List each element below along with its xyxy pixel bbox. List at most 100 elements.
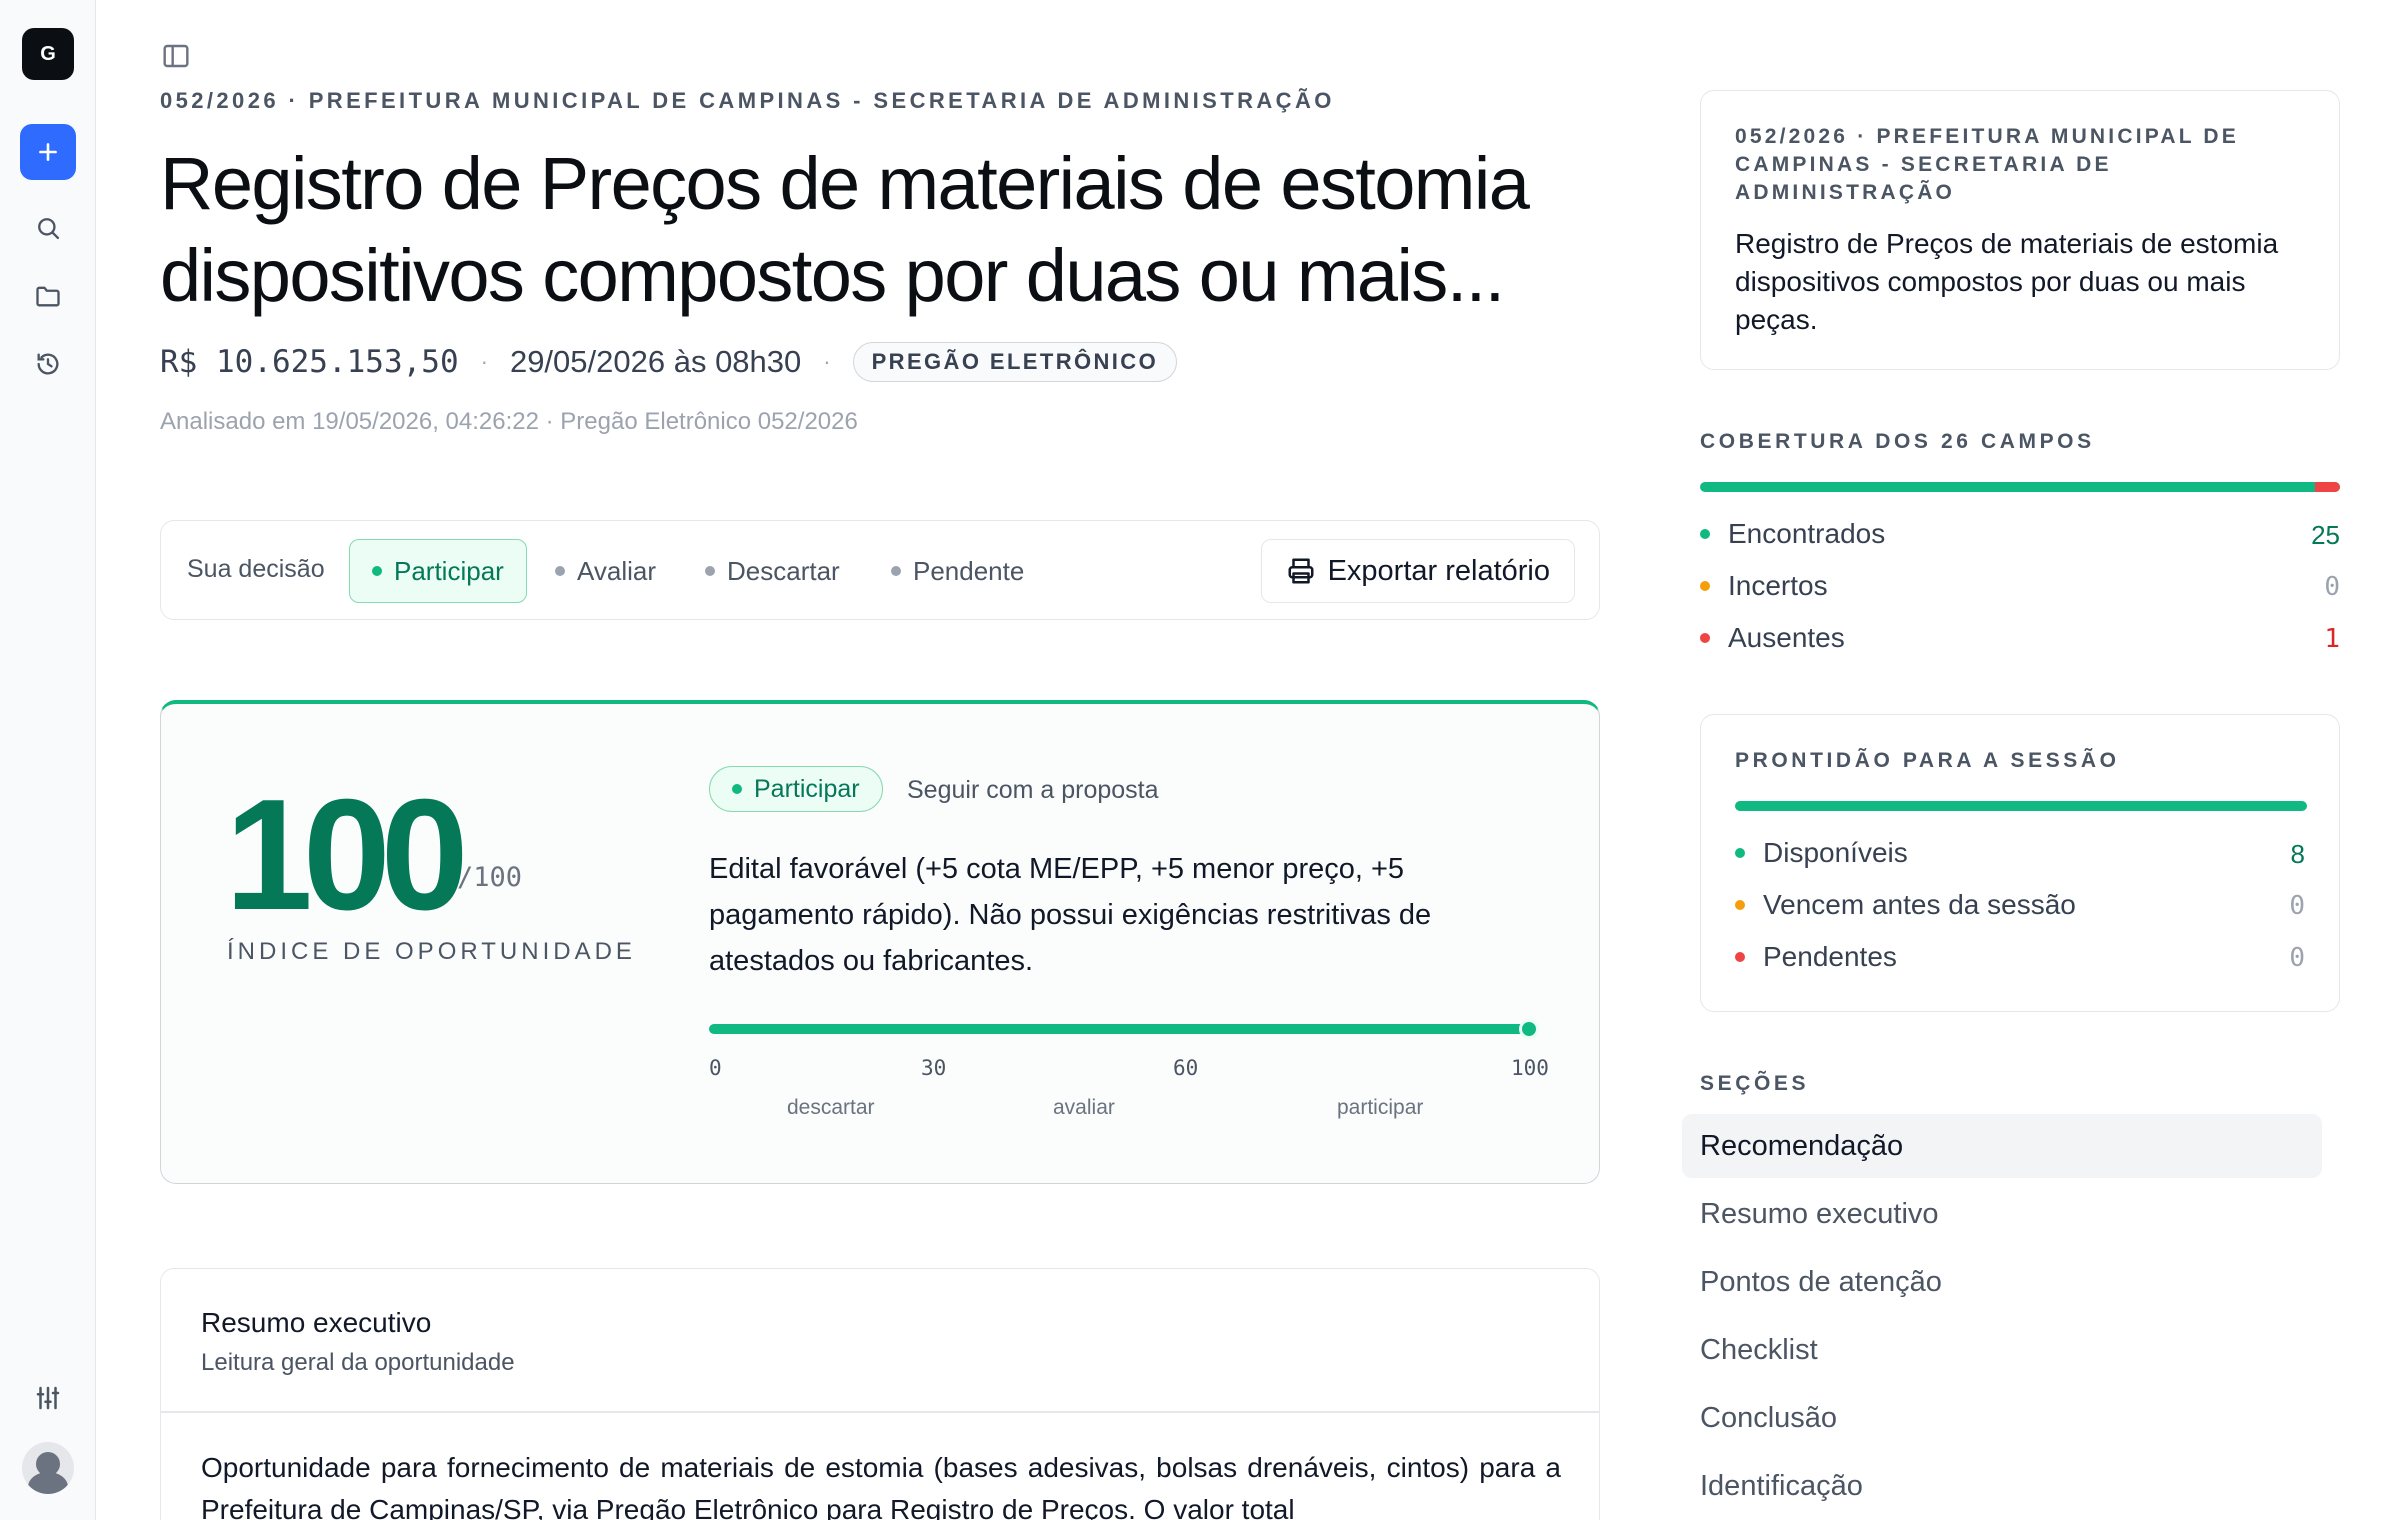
- decision-label: Sua decisão: [187, 555, 325, 583]
- status-dot: [705, 566, 715, 576]
- section-link-conclusao[interactable]: Conclusão: [1682, 1386, 2322, 1450]
- search-button[interactable]: [30, 210, 66, 246]
- stat-label: Vencem antes da sessão: [1763, 889, 2076, 920]
- stat-value: 0: [2324, 572, 2340, 602]
- settings-button[interactable]: [30, 1380, 66, 1416]
- score-progress-fill: [709, 1024, 1529, 1034]
- decision-option-label: Pendente: [913, 555, 1025, 586]
- status-dot: [555, 566, 565, 576]
- left-rail: G: [0, 0, 96, 1520]
- score-progress-knob: [1519, 1019, 1539, 1039]
- search-icon: [38, 218, 60, 240]
- sections-title: SEÇÕES: [1700, 1072, 1810, 1095]
- status-dot: [1700, 529, 1710, 539]
- status-dot: [1735, 848, 1745, 858]
- section-link-recomendacao[interactable]: Recomendação: [1682, 1114, 2322, 1178]
- status-dot: [732, 784, 742, 794]
- export-report-button[interactable]: Exportar relatório: [1260, 539, 1575, 603]
- readiness-available: Disponíveis: [1735, 837, 1908, 869]
- decision-option-pendente[interactable]: Pendente: [869, 539, 1046, 603]
- history-icon: [37, 353, 59, 375]
- coverage-found: Encontrados: [1700, 518, 1885, 550]
- scale-zone-label: participar: [1337, 1096, 1424, 1119]
- meta-separator: ·: [480, 349, 488, 374]
- section-title: Resumo executivo: [201, 1307, 432, 1338]
- decision-bar: Sua decisão Participar Avaliar Descartar…: [160, 520, 1600, 620]
- decision-option-label: Participar: [394, 555, 504, 586]
- folder-icon: [36, 286, 60, 307]
- avatar-body: [28, 1472, 68, 1494]
- section-link-pontos-de-atencao[interactable]: Pontos de atenção: [1682, 1250, 2322, 1314]
- executive-summary-card: Resumo executivo Leitura geral da oportu…: [160, 1268, 1600, 1520]
- opportunity-score-card: 100 /100 ÍNDICE DE OPORTUNIDADE Particip…: [160, 700, 1600, 1184]
- notice-summary-card: 052/2026 · PREFEITURA MUNICIPAL DE CAMPI…: [1700, 90, 2340, 370]
- stat-label: Encontrados: [1728, 518, 1886, 549]
- new-button[interactable]: [20, 124, 76, 180]
- stat-label: Ausentes: [1728, 622, 1845, 653]
- status-dot: [1700, 581, 1710, 591]
- history-button[interactable]: [30, 346, 66, 382]
- decision-option-avaliar[interactable]: Avaliar: [533, 539, 678, 603]
- stat-value: 0: [2289, 943, 2305, 973]
- avatar[interactable]: [22, 1442, 74, 1494]
- meta-row: R$ 10.625.153,50 · 29/05/2026 às 08h30 ·…: [160, 340, 1178, 384]
- coverage-bar: [1700, 482, 2340, 492]
- folder-button[interactable]: [30, 278, 66, 314]
- readiness-expiring: Vencem antes da sessão: [1735, 889, 2076, 921]
- decision-option-participar[interactable]: Participar: [349, 539, 527, 603]
- decision-option-descartar[interactable]: Descartar: [683, 539, 862, 603]
- section-link-resumo-executivo[interactable]: Resumo executivo: [1682, 1182, 2322, 1246]
- divider: [161, 1411, 1599, 1413]
- decision-option-label: Avaliar: [577, 555, 657, 586]
- verdict-note: Seguir com a proposta: [907, 776, 1159, 804]
- scale-tick: 60: [1173, 1056, 1199, 1080]
- plus-icon: [39, 143, 57, 161]
- coverage-missing-segment: [2315, 482, 2340, 492]
- notice-breadcrumb: 052/2026 · PREFEITURA MUNICIPAL DE CAMPI…: [1735, 125, 2240, 204]
- section-link-checklist[interactable]: Checklist: [1682, 1318, 2322, 1382]
- app-logo[interactable]: G: [22, 28, 74, 80]
- status-dot: [1735, 952, 1745, 962]
- export-report-label: Exportar relatório: [1327, 554, 1550, 587]
- status-dot: [891, 566, 901, 576]
- page-title: Registro de Preços de materiais de estom…: [160, 142, 1530, 317]
- coverage-title: COBERTURA DOS 26 CAMPOS: [1700, 430, 2095, 453]
- main-content: 052/2026 · PREFEITURA MUNICIPAL DE CAMPI…: [160, 0, 1610, 1520]
- scale-zone-label: avaliar: [1053, 1096, 1115, 1119]
- scale-tick: 100: [1511, 1056, 1549, 1080]
- sidebar-toggle-button[interactable]: [160, 40, 196, 76]
- stat-label: Incertos: [1728, 570, 1828, 601]
- logo-letter: G: [40, 42, 56, 65]
- status-dot: [1700, 633, 1710, 643]
- stat-label: Disponíveis: [1763, 837, 1908, 868]
- coverage-uncertain: Incertos: [1700, 570, 1828, 602]
- scale-tick: 0: [709, 1056, 722, 1080]
- session-date: 29/05/2026 às 08h30: [509, 344, 802, 379]
- verdict-badge: Participar: [709, 766, 883, 812]
- score-value: 100: [225, 767, 469, 943]
- section-subtitle: Leitura geral da oportunidade: [201, 1349, 515, 1376]
- score-max: /100: [457, 862, 523, 893]
- stat-label: Pendentes: [1763, 941, 1897, 972]
- breadcrumb: 052/2026 · PREFEITURA MUNICIPAL DE CAMPI…: [160, 88, 1335, 113]
- stat-value: 8: [2290, 839, 2305, 869]
- verdict-label: Participar: [754, 774, 860, 803]
- right-panel: 052/2026 · PREFEITURA MUNICIPAL DE CAMPI…: [1682, 0, 2340, 1520]
- estimated-value: R$ 10.625.153,50: [160, 344, 459, 380]
- status-dot: [1735, 900, 1745, 910]
- status-dot: [372, 566, 382, 576]
- readiness-pending: Pendentes: [1735, 941, 1897, 973]
- scale-zone-label: descartar: [787, 1096, 875, 1119]
- stat-value: 1: [2324, 624, 2340, 654]
- meta-separator: ·: [823, 349, 831, 374]
- stat-value: 25: [2311, 520, 2340, 550]
- readiness-title: PRONTIDÃO PARA A SESSÃO: [1735, 749, 2120, 772]
- notice-title: Registro de Preços de materiais de estom…: [1735, 228, 2279, 335]
- printer-icon: [1288, 558, 1314, 584]
- section-link-identificacao[interactable]: Identificação: [1682, 1454, 2322, 1518]
- score-progress-track: [709, 1019, 1539, 1039]
- summary-text: Oportunidade para fornecimento de materi…: [201, 1452, 1561, 1520]
- score-description: Edital favorável (+5 cota ME/EPP, +5 men…: [709, 853, 1432, 977]
- readiness-bar: [1735, 801, 2307, 811]
- sidebar-toggle-icon: [163, 44, 189, 68]
